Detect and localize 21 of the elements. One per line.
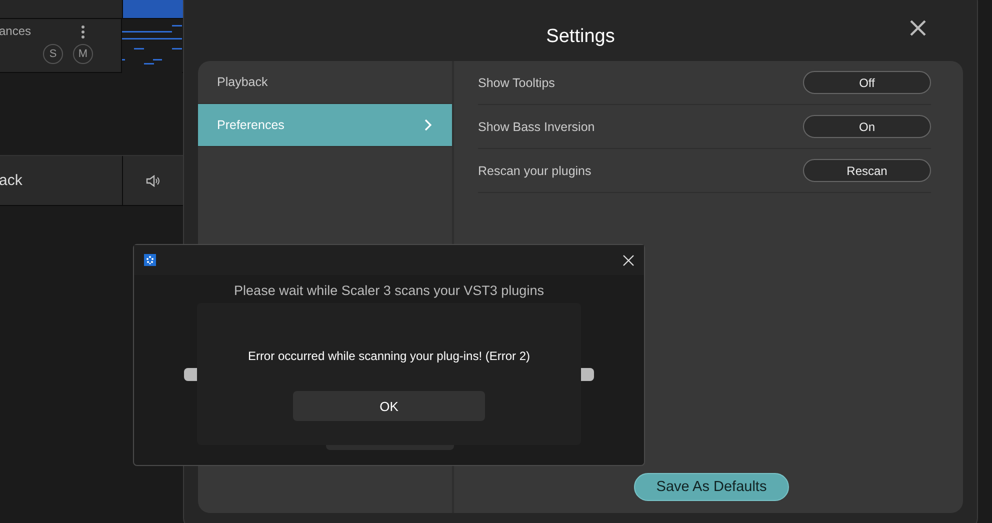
option-label: Show Tooltips [478,76,555,90]
track-name: ack [0,172,22,189]
more-icon[interactable] [81,25,85,39]
ok-button[interactable]: OK [293,391,485,421]
option-label: Rescan your plugins [478,164,592,178]
save-defaults-button[interactable]: Save As Defaults [634,473,789,501]
option-label: Show Bass Inversion [478,120,595,134]
scan-message: Please wait while Scaler 3 scans your VST3 plugins [234,283,544,298]
error-message: Error occurred while scanning your plug-ins! (Error 2) [248,349,530,363]
option-button[interactable]: Off [803,71,931,94]
clip [123,0,183,18]
solo-button[interactable]: S [43,44,63,64]
speaker-icon[interactable] [146,174,160,186]
close-icon[interactable] [910,20,926,36]
mute-button[interactable]: M [73,44,93,64]
close-icon[interactable] [623,254,634,266]
app-icon [144,254,156,266]
option-button[interactable]: Rescan [803,159,931,182]
chevron-icon [424,119,432,131]
window-title: Settings [546,25,615,48]
option-button[interactable]: On [803,115,931,138]
